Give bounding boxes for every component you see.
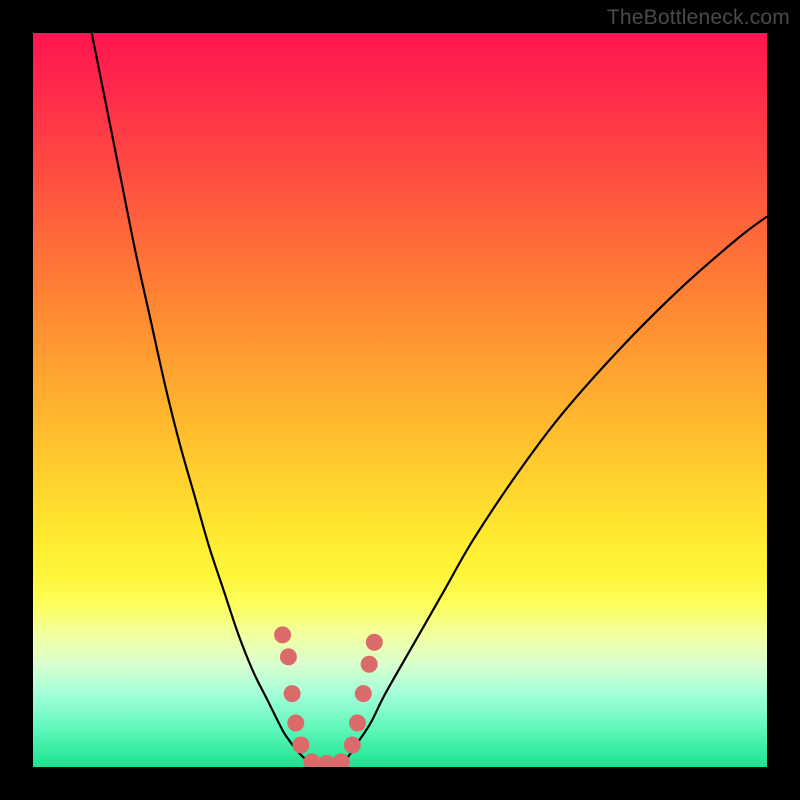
highlight-dots <box>274 626 383 767</box>
marker-dot <box>366 634 383 651</box>
marker-dot <box>318 755 335 767</box>
marker-dot <box>303 753 320 767</box>
marker-dot <box>349 714 366 731</box>
curve-svg <box>33 33 767 767</box>
marker-dot <box>292 736 309 753</box>
right-curve <box>341 217 767 762</box>
left-curve <box>92 33 312 762</box>
marker-dot <box>355 685 372 702</box>
marker-dot <box>280 648 297 665</box>
marker-dot <box>333 753 350 767</box>
marker-dot <box>287 714 304 731</box>
marker-dot <box>361 656 378 673</box>
plot-area <box>33 33 767 767</box>
marker-dot <box>344 736 361 753</box>
chart-frame: TheBottleneck.com <box>0 0 800 800</box>
marker-dot <box>284 685 301 702</box>
marker-dot <box>274 626 291 643</box>
watermark-text: TheBottleneck.com <box>607 6 790 30</box>
